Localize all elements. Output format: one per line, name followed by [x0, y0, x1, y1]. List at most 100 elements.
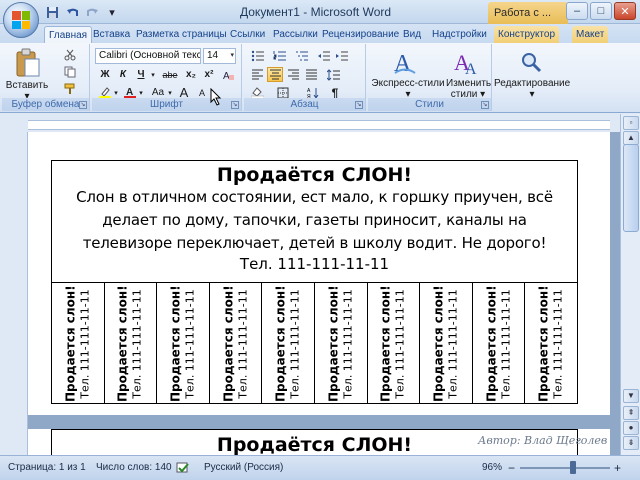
- zoom-out-icon[interactable]: −: [508, 461, 515, 475]
- paste-icon[interactable]: [10, 46, 46, 80]
- quick-styles-icon[interactable]: A: [390, 46, 420, 78]
- editing-icon[interactable]: [516, 46, 546, 78]
- tab-layout[interactable]: Макет: [572, 26, 609, 43]
- office-button[interactable]: [3, 2, 39, 38]
- numbering-icon[interactable]: [271, 48, 287, 63]
- previous-page-icon[interactable]: ⇞: [623, 406, 639, 420]
- strip-text: Продается слон! Тел. 111-111-11-11: [484, 284, 513, 402]
- tear-off-strip[interactable]: Продается слон! Тел. 111-111-11-11: [473, 283, 526, 404]
- tab-review[interactable]: Рецензирование: [318, 26, 403, 43]
- zoom-slider-knob[interactable]: [570, 461, 576, 474]
- svg-text:A: A: [223, 71, 230, 81]
- vertical-ruler[interactable]: [0, 132, 28, 455]
- line-spacing-icon[interactable]: [325, 67, 341, 82]
- strip-text: Продается слон! Тел. 111-111-11-11: [168, 285, 197, 402]
- maximize-button[interactable]: □: [590, 2, 612, 20]
- undo-icon[interactable]: [64, 4, 80, 20]
- change-styles-label-1[interactable]: Изменить: [446, 78, 491, 89]
- underline-dropdown-icon[interactable]: ▾: [149, 69, 157, 81]
- proofing-icon[interactable]: [176, 462, 190, 477]
- tear-off-strip[interactable]: Продается слон! Тел. 111-111-11-11: [105, 283, 158, 404]
- minimize-button[interactable]: –: [566, 2, 588, 20]
- tab-home[interactable]: Главная: [44, 26, 93, 43]
- italic-button[interactable]: К: [115, 67, 131, 82]
- ad-table[interactable]: Продаётся СЛОН! Слон в отличном состояни…: [51, 160, 578, 404]
- tab-page-layout[interactable]: Разметка страницы: [132, 26, 231, 43]
- next-page-icon[interactable]: ⇟: [623, 436, 639, 450]
- strip-phone: Тел. 111-111-11-11: [130, 288, 144, 399]
- bold-button[interactable]: Ж: [97, 67, 113, 82]
- subscript-button[interactable]: x₂: [183, 67, 199, 82]
- editing-label[interactable]: Редактирование: [494, 78, 570, 89]
- quick-styles-label[interactable]: Экспресс-стили: [370, 78, 446, 89]
- align-center-icon[interactable]: [267, 67, 283, 82]
- tab-insert[interactable]: Вставка: [89, 26, 134, 43]
- tear-off-strip[interactable]: Продается слон! Тел. 111-111-11-11: [210, 283, 263, 404]
- strip-text: Продается слон! Тел. 111-111-11-11: [431, 285, 460, 402]
- status-language[interactable]: Русский (Россия): [204, 462, 283, 473]
- zoom-level[interactable]: 96%: [482, 462, 502, 473]
- scroll-up-icon[interactable]: ▲: [623, 131, 639, 145]
- strikethrough-button[interactable]: abe: [159, 67, 181, 82]
- format-painter-icon[interactable]: [62, 81, 78, 96]
- tab-design[interactable]: Конструктор: [494, 26, 560, 43]
- strip-phone: Тел. 111-111-11-11: [78, 288, 92, 399]
- group-clipboard: Вставить ▾ Буфер обмена ↘: [2, 44, 90, 111]
- tear-off-strip[interactable]: Продается слон! Тел. 111-111-11-11: [157, 283, 210, 404]
- font-name-combo[interactable]: Calibri (Основной текс: [95, 48, 201, 64]
- tear-off-strip[interactable]: Продается слон! Тел. 111-111-11-11: [368, 283, 421, 404]
- strip-title: Продается слон!: [484, 284, 499, 402]
- vertical-scrollbar[interactable]: ▫ ▲ ▼ ⇞ ● ⇟: [620, 114, 640, 455]
- clear-formatting-icon[interactable]: A: [221, 67, 237, 82]
- decrease-indent-icon[interactable]: [315, 48, 331, 63]
- tear-off-strip[interactable]: Продается слон! Тел. 111-111-11-11: [420, 283, 473, 404]
- tear-off-strip[interactable]: Продается слон! Тел. 111-111-11-11: [52, 283, 105, 404]
- tab-view[interactable]: Вид: [399, 26, 425, 43]
- save-icon[interactable]: [44, 4, 60, 20]
- tear-off-strip[interactable]: Продается слон! Тел. 111-111-11-11: [525, 283, 577, 404]
- status-page[interactable]: Страница: 1 из 1: [8, 462, 86, 473]
- scroll-thumb[interactable]: [623, 144, 639, 232]
- strip-title: Продается слон!: [326, 284, 341, 402]
- tab-mailings[interactable]: Рассылки: [269, 26, 322, 43]
- change-styles-icon[interactable]: AA: [452, 46, 482, 78]
- window-title: Документ1 - Microsoft Word: [240, 5, 392, 19]
- bullets-icon[interactable]: [249, 48, 265, 63]
- ruler-toggle-icon[interactable]: ▫: [623, 116, 639, 130]
- zoom-in-icon[interactable]: +: [614, 461, 621, 475]
- styles-launcher-icon[interactable]: ↘: [481, 101, 489, 109]
- tear-off-strip[interactable]: Продается слон! Тел. 111-111-11-11: [262, 283, 315, 404]
- tab-addins[interactable]: Надстройки: [428, 26, 491, 43]
- superscript-button[interactable]: x²: [201, 67, 217, 82]
- editing-dropdown-icon[interactable]: ▾: [494, 89, 570, 100]
- align-left-icon[interactable]: [249, 67, 265, 82]
- zoom-slider[interactable]: [520, 467, 610, 469]
- justify-icon[interactable]: [303, 67, 319, 82]
- close-button[interactable]: ✕: [614, 2, 636, 20]
- clipboard-launcher-icon[interactable]: ↘: [79, 101, 87, 109]
- increase-indent-icon[interactable]: [333, 48, 349, 63]
- font-launcher-icon[interactable]: ↘: [231, 101, 239, 109]
- scroll-down-icon[interactable]: ▼: [623, 389, 639, 403]
- horizontal-ruler[interactable]: [28, 120, 610, 130]
- tab-references[interactable]: Ссылки: [226, 26, 269, 43]
- multilevel-list-icon[interactable]: [293, 48, 309, 63]
- font-size-combo[interactable]: 14 ▾: [203, 48, 236, 64]
- status-words[interactable]: Число слов: 140: [96, 462, 172, 473]
- browse-object-icon[interactable]: ●: [623, 421, 639, 435]
- customize-qat-icon[interactable]: ▾: [104, 4, 120, 20]
- paragraph-launcher-icon[interactable]: ↘: [355, 101, 363, 109]
- strip-title: Продается слон!: [221, 284, 236, 402]
- underline-button[interactable]: Ч: [133, 67, 149, 82]
- redo-icon[interactable]: [84, 4, 100, 20]
- document-page[interactable]: Продаётся СЛОН! Слон в отличном состояни…: [28, 132, 610, 455]
- align-right-icon[interactable]: [285, 67, 301, 82]
- font-name-value: Calibri (Основной текс: [99, 50, 201, 61]
- ad-header-cell[interactable]: Продаётся СЛОН! Слон в отличном состояни…: [52, 161, 577, 283]
- paste-label[interactable]: Вставить: [4, 80, 50, 91]
- tear-off-strip[interactable]: Продается слон! Тел. 111-111-11-11: [315, 283, 368, 404]
- strip-phone: Тел. 111-111-11-11: [183, 288, 197, 399]
- cut-icon[interactable]: [62, 47, 78, 62]
- copy-icon[interactable]: [62, 64, 78, 79]
- strip-text: Продается слон! Тел. 111-111-11-11: [63, 285, 92, 402]
